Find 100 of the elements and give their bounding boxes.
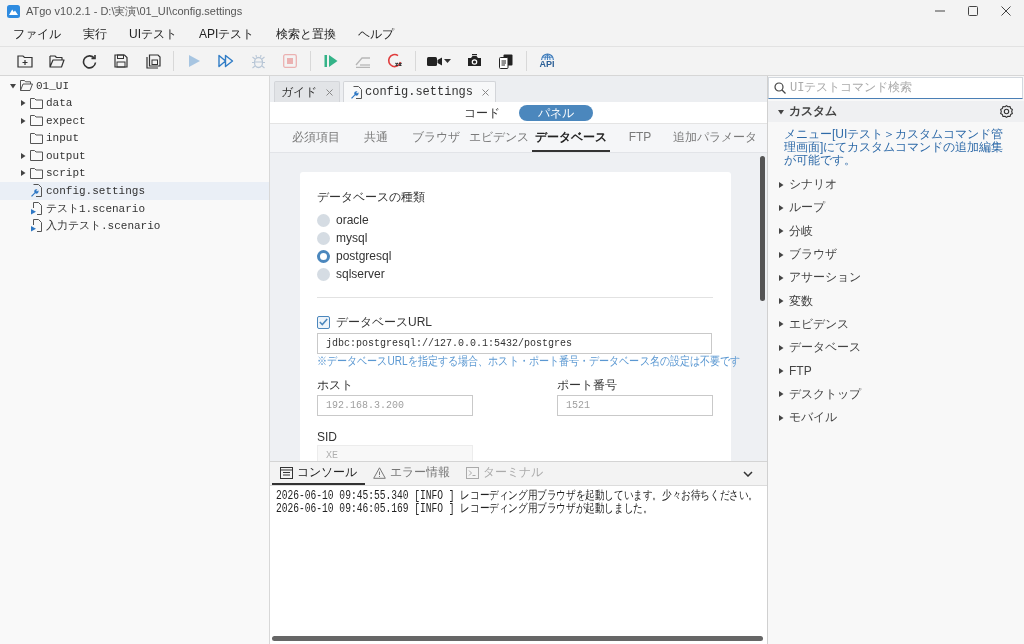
tree-item[interactable]: config.settings [0, 182, 269, 200]
caret-right-icon[interactable] [778, 204, 784, 211]
close-icon[interactable] [326, 88, 333, 96]
command-category[interactable]: モバイル [768, 405, 1024, 430]
chevron-down-icon [743, 470, 753, 477]
radio-label: postgresql [336, 249, 392, 263]
globe-icon [540, 53, 554, 60]
radio-button[interactable] [317, 267, 330, 281]
tree-item[interactable]: テスト1.scenario [0, 199, 269, 217]
play-file-icon [30, 201, 42, 215]
command-category[interactable]: ループ [768, 196, 1024, 220]
caret-right-icon[interactable] [778, 181, 784, 188]
command-category[interactable]: アサーション [768, 266, 1024, 290]
minimize-icon [934, 10, 945, 12]
caret-right-icon[interactable] [778, 274, 784, 281]
section-tab[interactable]: 共通 [346, 124, 406, 152]
menu-item[interactable]: 実行 [72, 22, 118, 46]
tree-item[interactable]: 01_UI [0, 77, 269, 95]
caret-right-icon[interactable] [20, 152, 26, 159]
editor-tab[interactable]: config.settings [343, 81, 497, 102]
caret-right-icon[interactable] [20, 170, 26, 177]
section-tab[interactable]: 必須項目 [286, 124, 346, 152]
radio-button[interactable] [317, 213, 330, 227]
section-tab[interactable]: 追加パラメータ [670, 124, 760, 152]
folder-open-icon [49, 54, 65, 68]
command-category[interactable]: FTP [768, 359, 1024, 383]
field-label: ホスト [317, 378, 354, 392]
caret-down-icon[interactable] [778, 108, 784, 115]
menu-item[interactable]: ヘルプ [347, 22, 406, 46]
tree-item[interactable]: input [0, 129, 269, 147]
log-line: 2026-06-10 09:45:55.340 [INFO ] レコーディング用ブラウザを起動しています。少々お待ちください。 [276, 490, 758, 503]
caret-right-icon[interactable] [778, 251, 784, 258]
caret-down-icon[interactable] [10, 82, 16, 89]
editor-tab[interactable]: ガイド [274, 81, 340, 102]
folder-plus-icon [17, 54, 33, 68]
video-camera-icon [427, 55, 442, 67]
window-title: ATgo v10.2.1 - D:\実演\01_UI\config.settings [26, 3, 243, 19]
command-category[interactable]: ブラウザ [768, 242, 1024, 267]
camera-icon [466, 54, 482, 68]
section-tab[interactable]: ブラウザ [406, 124, 466, 152]
port-input[interactable]: 1521 [557, 395, 713, 416]
collapse-button[interactable] [743, 469, 753, 478]
view-mode-button[interactable]: パネル [518, 104, 593, 121]
command-category[interactable]: 変数 [768, 289, 1024, 313]
tree-item[interactable]: expect [0, 112, 269, 130]
tree-item[interactable]: 入力テスト.scenario [0, 217, 269, 235]
menu-item[interactable]: APIテスト [188, 22, 266, 46]
save-icon [114, 54, 128, 68]
menu-item[interactable]: 検索と置換 [265, 22, 348, 46]
command-category[interactable]: 分岐 [768, 219, 1024, 243]
radio-button[interactable] [317, 249, 330, 263]
circle-x-icon [387, 53, 403, 69]
caret-right-icon[interactable] [778, 298, 784, 305]
check-icon [319, 318, 328, 326]
view-mode-button[interactable]: コード [444, 104, 519, 121]
command-category[interactable]: カスタム [768, 101, 1024, 122]
toolbar-button[interactable]: API [535, 49, 559, 73]
caret-right-icon[interactable] [778, 228, 784, 235]
caret-right-icon[interactable] [778, 391, 784, 398]
bar-play-icon [324, 54, 338, 68]
tree-item[interactable]: data [0, 94, 269, 112]
caret-right-icon[interactable] [778, 414, 784, 421]
radio-label: sqlserver [336, 267, 385, 281]
caret-right-icon[interactable] [20, 100, 26, 107]
command-search-field[interactable]: UIテストコマンド検索 [768, 77, 1023, 99]
menu-item[interactable]: UIテスト [118, 22, 188, 46]
section-tab[interactable]: エビデンス [466, 124, 532, 152]
tree-item[interactable]: output [0, 147, 269, 165]
host-input[interactable]: 192.168.3.200 [317, 395, 473, 416]
stop-icon [283, 54, 297, 68]
settings-icon[interactable] [1000, 105, 1013, 118]
radio-label: mysql [336, 231, 368, 245]
vertical-scrollbar[interactable] [760, 156, 765, 301]
double-play-icon [218, 54, 234, 68]
checkbox[interactable] [317, 315, 330, 329]
url-input[interactable]: jdbc:postgresql://127.0.0.1:5432/postgres [317, 333, 712, 354]
caret-right-icon[interactable] [20, 117, 26, 124]
horizontal-scrollbar[interactable] [272, 636, 763, 641]
play-icon [187, 54, 201, 68]
caret-right-icon[interactable] [778, 344, 784, 351]
menu-item[interactable]: ファイル [2, 22, 72, 46]
radio-button[interactable] [317, 231, 330, 245]
caret-right-icon[interactable] [778, 368, 784, 374]
console-tab[interactable]: エラー情報 [365, 462, 458, 485]
url-hint: ※データベースURLを指定する場合、ホスト・ポート番号・データベース名の設定は不要です [317, 355, 741, 368]
play-file-icon [30, 219, 42, 233]
ramp-icon [355, 54, 371, 68]
command-category[interactable]: エビデンス [768, 312, 1024, 337]
caret-down-icon [444, 59, 451, 63]
command-category[interactable]: シナリオ [768, 173, 1024, 197]
field-label: ポート番号 [557, 378, 618, 392]
caret-right-icon[interactable] [778, 321, 784, 328]
app-logo-icon [7, 4, 20, 18]
section-tab[interactable]: FTP [610, 124, 670, 152]
maximize-icon [967, 6, 978, 16]
command-category[interactable]: デスクトップ [768, 382, 1024, 406]
close-icon[interactable] [482, 88, 490, 96]
tree-item[interactable]: script [0, 164, 269, 182]
checkbox-label: データベースURL [336, 313, 432, 331]
command-category[interactable]: データベース [768, 336, 1024, 360]
